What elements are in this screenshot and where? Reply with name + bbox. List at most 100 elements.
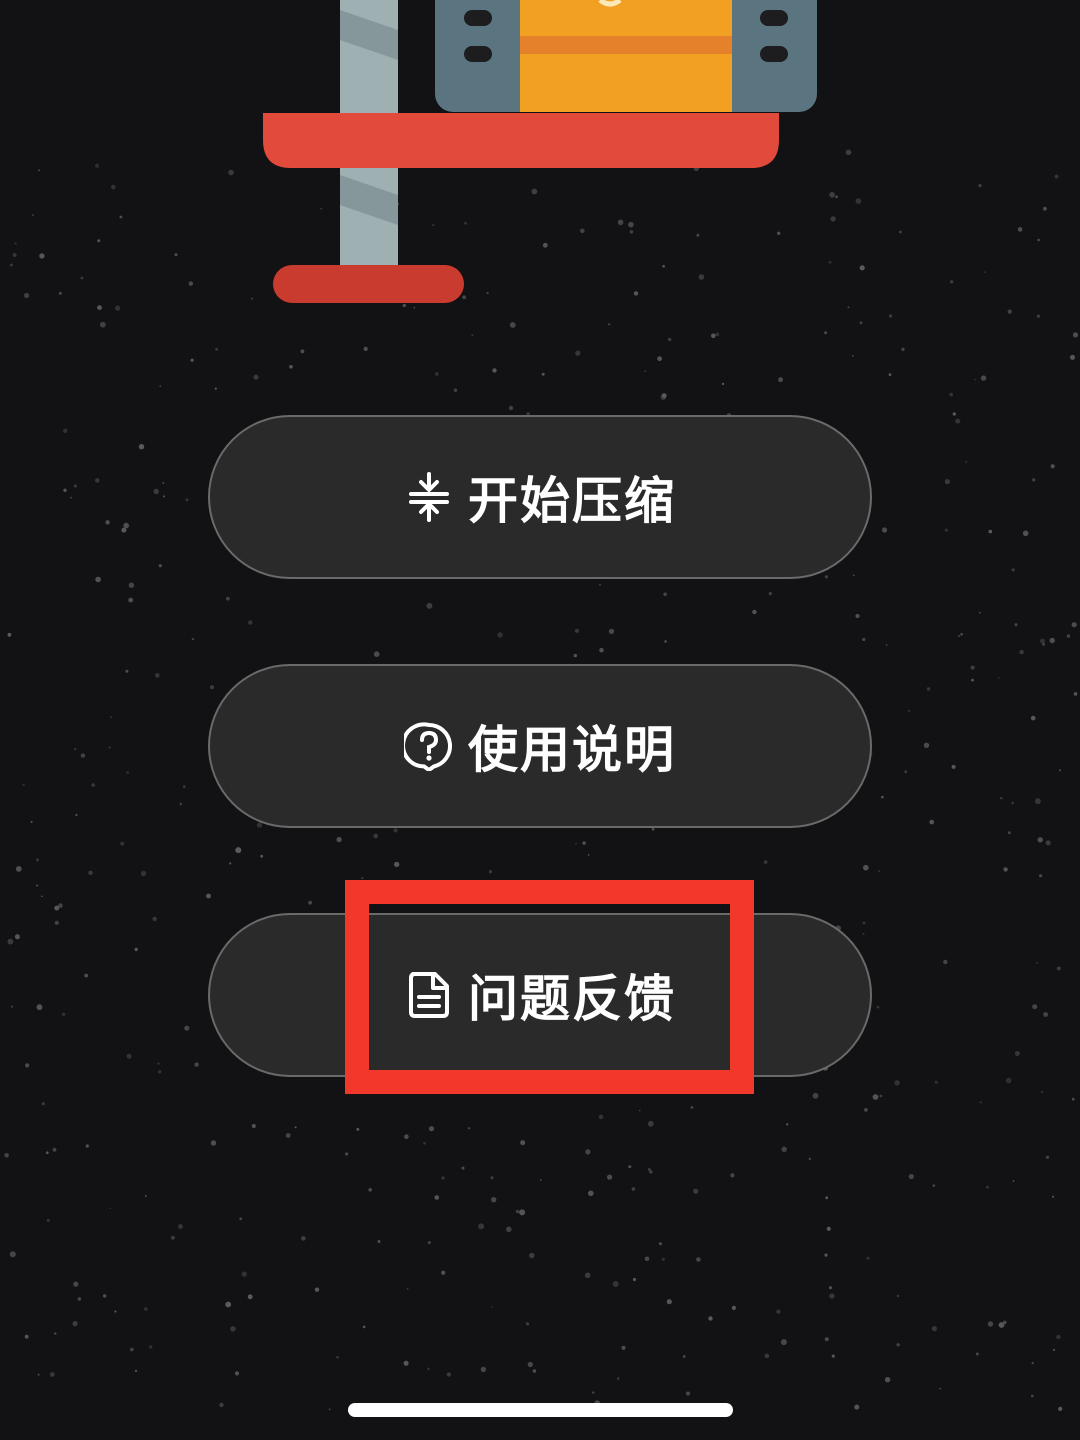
star-speck: [541, 372, 545, 376]
star-speck: [461, 1166, 465, 1170]
feedback-label: 问题反馈: [468, 970, 676, 1028]
star-speck: [970, 665, 975, 670]
star-speck: [1014, 623, 1018, 627]
star-speck: [46, 1218, 50, 1222]
star-speck: [63, 488, 67, 492]
star-speck: [1070, 354, 1075, 360]
star-speck: [88, 870, 93, 875]
star-speck: [140, 870, 147, 877]
star-speck: [427, 1367, 430, 1370]
star-speck: [965, 460, 968, 463]
star-speck: [471, 334, 474, 337]
star-speck: [99, 321, 106, 328]
star-speck: [781, 1146, 787, 1153]
star-speck: [998, 677, 1000, 679]
star-speck: [285, 1133, 291, 1138]
star-speck: [260, 854, 264, 858]
star-speck: [301, 1236, 306, 1241]
star-speck: [721, 382, 725, 386]
star-speck: [682, 1355, 686, 1358]
star-speck: [1071, 1097, 1075, 1101]
star-speck: [864, 1108, 868, 1112]
star-speck: [971, 678, 974, 682]
user-guide-button[interactable]: 使用说明: [208, 664, 872, 828]
star-speck: [617, 1377, 620, 1380]
star-speck: [644, 370, 647, 373]
star-speck: [95, 576, 101, 583]
star-speck: [361, 877, 364, 880]
feedback-button[interactable]: 问题反馈: [208, 913, 872, 1077]
star-speck: [153, 488, 159, 495]
star-speck: [426, 602, 433, 609]
star-speck: [394, 861, 400, 868]
star-speck: [488, 870, 493, 874]
star-speck: [529, 1252, 535, 1259]
star-speck: [234, 1371, 240, 1376]
star-speck: [949, 392, 953, 397]
star-speck: [828, 1286, 832, 1290]
star-speck: [441, 1270, 446, 1275]
star-speck: [1045, 1155, 1050, 1159]
star-speck: [608, 323, 611, 326]
star-speck: [1036, 962, 1038, 964]
star-speck: [584, 1272, 591, 1279]
star-speck: [826, 1226, 831, 1231]
star-speck: [41, 895, 43, 898]
star-speck: [831, 1354, 835, 1358]
star-speck: [894, 1080, 900, 1086]
star-speck: [14, 934, 20, 940]
home-indicator[interactable]: [348, 1403, 733, 1417]
press-machine-illustration: [263, 0, 817, 303]
star-speck: [294, 1126, 297, 1129]
star-speck: [36, 1004, 43, 1011]
star-speck: [1072, 332, 1079, 338]
star-speck: [863, 864, 869, 871]
star-speck: [862, 932, 865, 935]
star-speck: [659, 1242, 662, 1246]
star-speck: [61, 1012, 66, 1016]
star-speck: [1019, 649, 1024, 655]
star-speck: [84, 973, 89, 978]
star-speck: [1007, 831, 1011, 835]
star-speck: [171, 1235, 175, 1240]
star-speck: [128, 597, 134, 603]
star-speck: [715, 332, 720, 337]
star-speck: [1071, 622, 1077, 628]
star-speck: [1042, 642, 1046, 646]
star-speck: [519, 1209, 526, 1216]
star-speck: [52, 1147, 57, 1152]
star-speck: [509, 322, 516, 328]
star-speck: [824, 1337, 829, 1342]
star-speck: [690, 1106, 694, 1109]
star-speck: [768, 592, 772, 596]
star-speck: [944, 479, 951, 485]
star-speck: [862, 637, 866, 642]
star-speck: [986, 1185, 989, 1189]
star-speck: [70, 496, 72, 499]
star-speck: [1059, 769, 1061, 772]
star-speck: [158, 564, 162, 568]
star-speck: [881, 795, 884, 799]
star-speck: [647, 1120, 654, 1127]
star-speck: [999, 796, 1003, 800]
star-speck: [987, 1321, 994, 1327]
star-speck: [105, 520, 110, 525]
star-speck: [825, 1196, 829, 1200]
user-guide-label: 使用说明: [468, 721, 676, 779]
star-speck: [951, 764, 956, 769]
press-base: [273, 265, 464, 303]
star-speck: [490, 1176, 494, 1180]
star-speck: [191, 637, 195, 641]
star-speck: [214, 387, 217, 390]
star-speck: [345, 1152, 349, 1156]
star-speck: [974, 378, 976, 381]
star-speck: [336, 1355, 339, 1359]
star-speck: [896, 1294, 899, 1298]
star-speck: [980, 375, 987, 381]
star-speck: [1058, 1406, 1063, 1411]
star-speck: [491, 1306, 493, 1309]
star-speck: [1040, 638, 1045, 644]
star-speck: [582, 841, 586, 845]
star-speck: [427, 1241, 431, 1245]
start-compress-button[interactable]: 开始压缩: [208, 415, 872, 579]
